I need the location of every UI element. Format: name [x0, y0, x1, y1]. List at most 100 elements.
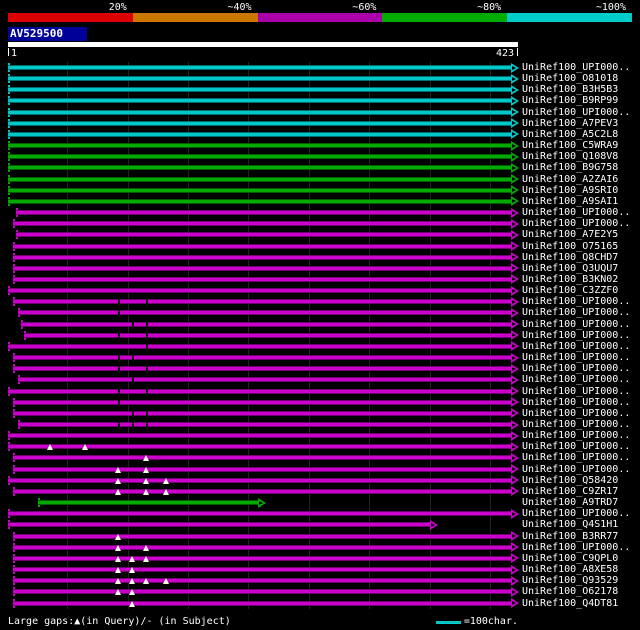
hit-accession-label[interactable]: UniRef100_UPI000.. [522, 341, 630, 352]
alignment-row[interactable]: UniRef100_Q3UQU7 [0, 263, 640, 274]
hit-accession-label[interactable]: UniRef100_UPI000.. [522, 441, 630, 452]
alignment-row[interactable]: UniRef100_UPI000.. [0, 419, 640, 430]
hit-alignment-bar[interactable] [12, 363, 519, 374]
hit-accession-label[interactable]: UniRef100_A5C2L8 [522, 129, 618, 140]
hit-alignment-bar[interactable] [8, 84, 519, 95]
alignment-row[interactable]: UniRef100_Q8CHD7 [0, 252, 640, 263]
hit-accession-label[interactable]: UniRef100_A9SAI1 [522, 196, 618, 207]
hit-alignment-bar[interactable] [8, 341, 519, 352]
alignment-row[interactable]: UniRef100_B3RR77 [0, 531, 640, 542]
alignment-row[interactable]: UniRef100_C9QPL0 [0, 553, 640, 564]
hit-accession-label[interactable]: UniRef100_UPI000.. [522, 307, 630, 318]
alignment-row[interactable]: UniRef100_A9TRD7 [0, 497, 640, 508]
alignment-row[interactable]: UniRef100_UPI000.. [0, 352, 640, 363]
hit-alignment-bar[interactable] [8, 95, 519, 106]
hit-alignment-bar[interactable] [8, 73, 519, 84]
hit-accession-label[interactable]: UniRef100_UPI000.. [522, 430, 630, 441]
hit-alignment-bar[interactable] [8, 129, 519, 140]
hit-accession-label[interactable]: UniRef100_UPI000.. [522, 107, 630, 118]
hit-accession-label[interactable]: UniRef100_UPI000.. [522, 508, 630, 519]
alignment-row[interactable]: UniRef100_B3KN02 [0, 274, 640, 285]
hit-alignment-bar[interactable] [8, 185, 519, 196]
alignment-row[interactable]: UniRef100_A7E2Y5 [0, 229, 640, 240]
hit-alignment-bar[interactable] [12, 586, 519, 597]
hit-alignment-bar[interactable] [16, 207, 519, 218]
hit-accession-label[interactable]: UniRef100_UPI000.. [522, 419, 630, 430]
hit-alignment-bar[interactable] [12, 598, 519, 608]
hit-alignment-bar[interactable] [12, 553, 519, 564]
alignment-row[interactable]: UniRef100_C9ZR17 [0, 486, 640, 497]
alignment-row[interactable]: UniRef100_UPI000.. [0, 464, 640, 475]
hit-accession-label[interactable]: UniRef100_C9ZR17 [522, 486, 618, 497]
hit-accession-label[interactable]: UniRef100_B9G758 [522, 162, 618, 173]
hit-accession-label[interactable]: UniRef100_B3H5B3 [522, 84, 618, 95]
hit-alignment-bar[interactable] [12, 397, 519, 408]
hit-alignment-bar[interactable] [8, 196, 519, 207]
alignment-row[interactable]: UniRef100_UPI000.. [0, 341, 640, 352]
alignment-row[interactable]: UniRef100_A8XE58 [0, 564, 640, 575]
alignment-row[interactable]: UniRef100_UPI000.. [0, 386, 640, 397]
hit-alignment-bar[interactable] [8, 508, 519, 519]
hit-alignment-bar[interactable] [12, 408, 519, 419]
alignment-row[interactable]: UniRef100_Q93529 [0, 575, 640, 586]
alignment-row[interactable]: UniRef100_UPI000.. [0, 441, 640, 452]
alignment-row[interactable]: UniRef100_UPI000.. [0, 374, 640, 385]
hit-accession-label[interactable]: UniRef100_Q108V8 [522, 151, 618, 162]
alignment-row[interactable]: UniRef100_O81018 [0, 73, 640, 84]
hit-alignment-bar[interactable] [21, 319, 519, 330]
alignment-row[interactable]: UniRef100_O75165 [0, 241, 640, 252]
hit-accession-label[interactable]: UniRef100_Q3UQU7 [522, 263, 618, 274]
alignment-row[interactable]: UniRef100_UPI000.. [0, 408, 640, 419]
hit-accession-label[interactable]: UniRef100_UPI000.. [522, 374, 630, 385]
alignment-row[interactable]: UniRef100_UPI000.. [0, 296, 640, 307]
hit-alignment-bar[interactable] [8, 519, 439, 530]
hit-accession-label[interactable]: UniRef100_UPI000.. [522, 397, 630, 408]
hit-alignment-bar[interactable] [12, 531, 519, 542]
hit-alignment-bar[interactable] [12, 241, 519, 251]
alignment-row[interactable]: UniRef100_O62178 [0, 586, 640, 597]
hit-alignment-bar[interactable] [17, 374, 519, 385]
hit-alignment-bar[interactable] [8, 162, 519, 173]
hit-alignment-bar[interactable] [23, 330, 519, 341]
hit-alignment-bar[interactable] [12, 218, 519, 229]
hit-accession-label[interactable]: UniRef100_UPI000.. [522, 62, 630, 73]
hit-accession-label[interactable]: UniRef100_Q8CHD7 [522, 252, 618, 263]
alignment-row[interactable]: UniRef100_A2ZAI6 [0, 174, 640, 185]
alignment-row[interactable]: UniRef100_Q58420 [0, 475, 640, 486]
hit-accession-label[interactable]: UniRef100_UPI000.. [522, 363, 630, 374]
alignment-row[interactable]: UniRef100_Q4DT81 [0, 598, 640, 609]
hit-accession-label[interactable]: UniRef100_A8XE58 [522, 564, 618, 575]
alignment-row[interactable]: UniRef100_UPI000.. [0, 542, 640, 553]
hit-alignment-bar[interactable] [12, 263, 519, 274]
alignment-row[interactable]: UniRef100_A5C2L8 [0, 129, 640, 140]
hit-alignment-bar[interactable] [8, 475, 519, 486]
hit-alignment-bar[interactable] [8, 107, 519, 118]
hit-alignment-bar[interactable] [8, 386, 519, 397]
hit-alignment-bar[interactable] [8, 430, 519, 441]
hit-accession-label[interactable]: UniRef100_O75165 [522, 241, 618, 252]
hit-alignment-bar[interactable] [17, 419, 519, 430]
hit-accession-label[interactable]: UniRef100_UPI000.. [522, 319, 630, 330]
hit-accession-label[interactable]: UniRef100_C9QPL0 [522, 553, 618, 564]
alignment-row[interactable]: UniRef100_UPI000.. [0, 430, 640, 441]
hit-accession-label[interactable]: UniRef100_UPI000.. [522, 386, 630, 397]
hit-accession-label[interactable]: UniRef100_A7E2Y5 [522, 229, 618, 240]
hit-alignment-bar[interactable] [17, 307, 519, 318]
alignment-row[interactable]: UniRef100_UPI000.. [0, 207, 640, 218]
hit-alignment-bar[interactable] [8, 174, 519, 185]
alignment-row[interactable]: UniRef100_UPI000.. [0, 452, 640, 463]
hit-alignment-bar[interactable] [8, 140, 519, 151]
alignment-row[interactable]: UniRef100_A9SRI0 [0, 185, 640, 196]
hit-alignment-bar[interactable] [8, 118, 519, 129]
hit-accession-label[interactable]: UniRef100_B9RP99 [522, 95, 618, 106]
hit-accession-label[interactable]: UniRef100_B3RR77 [522, 531, 618, 542]
hit-accession-label[interactable]: UniRef100_C5WRA9 [522, 140, 618, 151]
hit-alignment-bar[interactable] [38, 497, 267, 508]
hit-accession-label[interactable]: UniRef100_UPI000.. [522, 296, 630, 307]
hit-accession-label[interactable]: UniRef100_Q93529 [522, 575, 618, 586]
alignment-row[interactable]: UniRef100_B9RP99 [0, 95, 640, 106]
hit-alignment-bar[interactable] [8, 62, 519, 73]
hit-alignment-bar[interactable] [12, 274, 519, 285]
alignment-row[interactable]: UniRef100_UPI000.. [0, 330, 640, 341]
hit-alignment-bar[interactable] [12, 575, 519, 586]
